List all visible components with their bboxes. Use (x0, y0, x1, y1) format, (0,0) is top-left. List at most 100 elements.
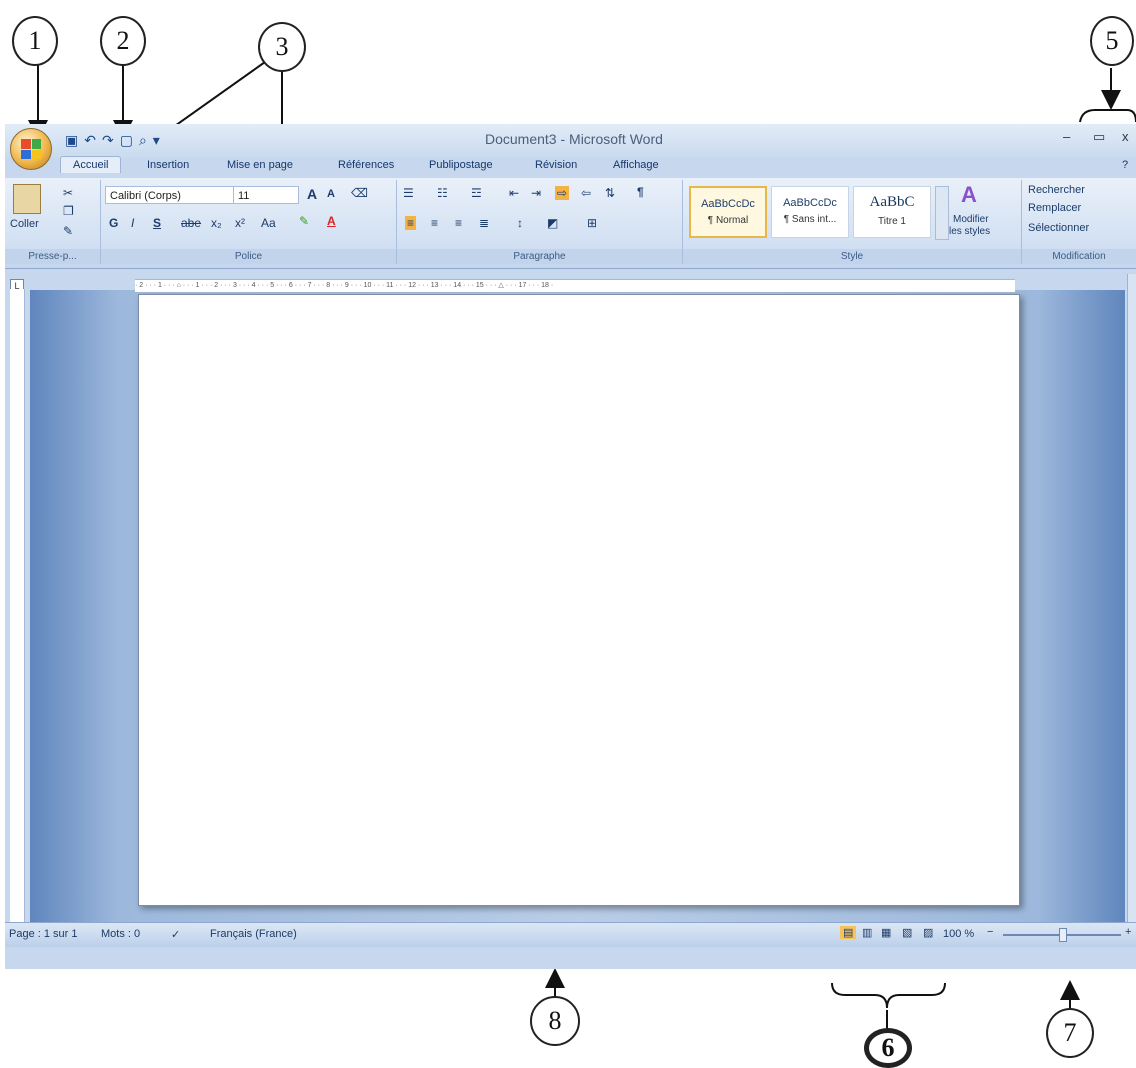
find-button[interactable]: Rechercher (1028, 184, 1085, 196)
tab-publipostage[interactable]: Publipostage (429, 159, 493, 171)
numbering-icon[interactable]: ☷ (437, 186, 448, 200)
font-color-button[interactable]: A (327, 214, 336, 228)
close-button[interactable]: x (1122, 129, 1129, 144)
print-preview-icon[interactable]: ⌕ (139, 132, 147, 149)
shading-icon[interactable]: ◩ (547, 216, 558, 230)
web-layout-view-icon[interactable]: ▦ (881, 926, 891, 939)
copy-icon[interactable]: ❐ (63, 204, 74, 218)
help-icon[interactable]: ? (1122, 159, 1128, 171)
italic-button[interactable]: I (131, 216, 134, 230)
replace-button[interactable]: Remplacer (1028, 202, 1081, 214)
tab-affichage[interactable]: Affichage (613, 159, 659, 171)
callout-6: 6 (864, 1028, 912, 1068)
language-status[interactable]: Français (France) (210, 928, 297, 940)
new-document-icon[interactable]: ▢ (120, 132, 133, 149)
bold-button[interactable]: G (109, 216, 118, 230)
ltr-icon[interactable]: ⇨ (555, 186, 570, 200)
print-layout-view-icon[interactable]: ▤ (840, 926, 857, 939)
group-clipboard: Coller ✂ ❐ ✎ Presse-p... (5, 180, 101, 264)
group-paragraph: ☰ ☷ ☲ ⇤ ⇥ ⇨ ⇦ ⇅ ¶ ≡ ≡ ≡ ≣ ↕ ◩ ⊞ Paragrap… (397, 180, 683, 264)
styles-scroll[interactable] (935, 186, 949, 240)
outline-view-icon[interactable]: ▧ (902, 926, 912, 939)
style-sans-interligne[interactable]: AaBbCcDc ¶ Sans int... (771, 186, 849, 238)
callout-3: 3 (258, 22, 306, 72)
draft-view-icon[interactable]: ▨ (923, 926, 933, 939)
zoom-out-button[interactable]: − (987, 926, 993, 938)
document-page[interactable] (138, 294, 1020, 906)
qat-dropdown-icon[interactable]: ▾ (153, 132, 160, 149)
strikethrough-button[interactable]: abe (181, 216, 201, 230)
line-spacing-icon[interactable]: ↕ (517, 216, 523, 230)
font-size-field[interactable]: 11 (233, 186, 299, 204)
horizontal-ruler[interactable]: · 2 · · · 1 · · · ⌂ · · · 1 · · · 2 · · … (135, 279, 1015, 293)
zoom-level[interactable]: 100 % (943, 928, 974, 940)
full-screen-view-icon[interactable]: ▥ (862, 926, 872, 939)
superscript-button[interactable]: x² (235, 216, 245, 230)
change-styles-label-1[interactable]: Modifier (953, 214, 989, 225)
style-name: ¶ Sans int... (783, 214, 837, 225)
office-logo-icon (21, 139, 41, 159)
bullets-icon[interactable]: ☰ (403, 186, 414, 200)
restore-button[interactable]: ▭ (1093, 129, 1105, 145)
page-count[interactable]: Page : 1 sur 1 (9, 928, 78, 940)
underline-button[interactable]: S (153, 216, 161, 230)
group-label-clipboard: Presse-p... (5, 249, 100, 264)
tab-insertion[interactable]: Insertion (147, 159, 189, 171)
format-painter-icon[interactable]: ✎ (63, 224, 73, 238)
font-name-field[interactable]: Calibri (Corps) (105, 186, 241, 204)
word-count[interactable]: Mots : 0 (101, 928, 140, 940)
tab-mise-en-page[interactable]: Mise en page (227, 159, 293, 171)
style-preview: AaBbCcDc (783, 197, 837, 209)
align-right-icon[interactable]: ≡ (455, 216, 462, 230)
group-label-editing: Modification (1022, 249, 1136, 264)
paste-icon[interactable] (13, 184, 41, 214)
sort-icon[interactable]: ⇅ (605, 186, 615, 200)
spellcheck-icon[interactable]: ✓ (171, 928, 180, 941)
tab-references[interactable]: Références (338, 159, 394, 171)
minimize-button[interactable]: – (1063, 129, 1070, 144)
borders-icon[interactable]: ⊞ (587, 216, 597, 230)
style-normal[interactable]: AaBbCcDc ¶ Normal (689, 186, 767, 238)
callout-2: 2 (100, 16, 146, 66)
paste-button[interactable]: Coller (10, 218, 39, 230)
group-font: Calibri (Corps) 11 A A ⌫ G I S abe x₂ x²… (101, 180, 397, 264)
style-name: Titre 1 (878, 216, 906, 227)
title-bar: ▣ ↶ ↷ ▢ ⌕ ▾ Document3 - Microsoft Word –… (5, 124, 1136, 158)
style-titre-1[interactable]: AaBbC Titre 1 (853, 186, 931, 238)
multilevel-list-icon[interactable]: ☲ (471, 186, 482, 200)
quick-access-toolbar: ▣ ↶ ↷ ▢ ⌕ ▾ (65, 131, 160, 149)
align-left-icon[interactable]: ≡ (405, 216, 417, 230)
cut-icon[interactable]: ✂ (63, 186, 73, 200)
group-editing: Rechercher Remplacer Sélectionner Modifi… (1022, 180, 1136, 264)
group-label-paragraph: Paragraphe (397, 249, 682, 264)
change-styles-label-2[interactable]: les styles (949, 226, 990, 237)
subscript-button[interactable]: x₂ (211, 216, 222, 230)
redo-icon[interactable]: ↷ (102, 132, 114, 149)
show-marks-button[interactable]: ¶ (637, 185, 644, 199)
save-icon[interactable]: ▣ (65, 132, 78, 149)
ribbon: Coller ✂ ❐ ✎ Presse-p... Calibri (Corps)… (5, 178, 1136, 269)
increase-indent-icon[interactable]: ⇥ (531, 186, 541, 200)
rtl-icon[interactable]: ⇦ (581, 186, 591, 200)
change-case-button[interactable]: Aa (261, 216, 276, 230)
office-button[interactable] (10, 128, 52, 170)
change-styles-icon[interactable]: A (961, 182, 977, 208)
undo-icon[interactable]: ↶ (84, 132, 96, 149)
tab-revision[interactable]: Révision (535, 159, 577, 171)
decrease-indent-icon[interactable]: ⇤ (509, 186, 519, 200)
style-name: ¶ Normal (707, 215, 749, 226)
align-center-icon[interactable]: ≡ (431, 216, 438, 230)
zoom-in-button[interactable]: + (1125, 926, 1131, 938)
justify-icon[interactable]: ≣ (479, 216, 489, 230)
vertical-scrollbar[interactable] (1127, 274, 1136, 934)
zoom-slider-thumb[interactable] (1059, 928, 1067, 942)
callout-7: 7 (1046, 1008, 1094, 1058)
callout-1: 1 (12, 16, 58, 66)
select-button[interactable]: Sélectionner (1028, 222, 1089, 234)
shrink-font-button[interactable]: A (327, 188, 335, 200)
clear-formatting-icon[interactable]: ⌫ (351, 186, 368, 200)
tab-accueil[interactable]: Accueil (60, 156, 122, 173)
grow-font-button[interactable]: A (307, 186, 317, 202)
highlight-icon[interactable]: ✎ (299, 214, 309, 228)
vertical-ruler[interactable] (10, 289, 25, 929)
